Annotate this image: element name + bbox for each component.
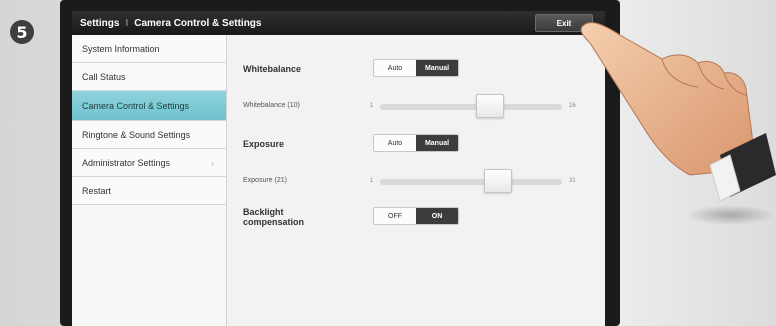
whitebalance-manual-option[interactable]: Manual bbox=[416, 60, 458, 76]
sidebar-item-restart[interactable]: Restart bbox=[72, 177, 226, 205]
backlight-on-option[interactable]: ON bbox=[416, 208, 458, 224]
settings-content: Whitebalance Auto Manual Whitebalance (1… bbox=[228, 35, 605, 326]
exposure-slider-label: Exposure (21) bbox=[243, 177, 287, 184]
whitebalance-slider-track[interactable] bbox=[380, 104, 562, 110]
exposure-mode-toggle[interactable]: Auto Manual bbox=[373, 134, 459, 152]
sidebar-item-system-information[interactable]: System Information bbox=[72, 35, 226, 63]
exposure-min: 1 bbox=[370, 178, 374, 184]
title-bar: Settings I Camera Control & Settings Exi… bbox=[72, 11, 605, 35]
settings-sidebar: System Information Call Status Camera Co… bbox=[72, 35, 227, 326]
pointing-hand-icon bbox=[580, 22, 776, 225]
exposure-label: Exposure bbox=[243, 139, 285, 149]
sidebar-item-label: Administrator Settings bbox=[82, 157, 171, 168]
exposure-slider-track[interactable] bbox=[380, 179, 562, 185]
step-number: 5 bbox=[16, 22, 28, 42]
sidebar-item-camera-control[interactable]: Camera Control & Settings bbox=[72, 91, 226, 121]
sidebar-item-label: System Information bbox=[82, 43, 160, 54]
backlight-label-line1: Backlight bbox=[243, 207, 284, 217]
settings-screen: Settings I Camera Control & Settings Exi… bbox=[72, 11, 605, 326]
sidebar-item-label: Restart bbox=[82, 185, 112, 196]
whitebalance-label: Whitebalance bbox=[243, 64, 302, 74]
whitebalance-mode-toggle[interactable]: Auto Manual bbox=[373, 59, 459, 77]
sidebar-item-call-status[interactable]: Call Status bbox=[72, 63, 226, 91]
backlight-label: Backlight compensation bbox=[243, 207, 304, 227]
exposure-auto-option[interactable]: Auto bbox=[374, 135, 416, 151]
step-number-badge: 5 bbox=[10, 20, 34, 44]
title-page: Camera Control & Settings bbox=[134, 17, 262, 29]
sidebar-item-label: Ringtone & Sound Settings bbox=[82, 129, 191, 140]
sidebar-item-label: Call Status bbox=[82, 71, 126, 82]
whitebalance-slider-thumb[interactable] bbox=[476, 94, 504, 118]
exposure-slider-thumb[interactable] bbox=[484, 169, 512, 193]
title-section: Settings bbox=[80, 17, 120, 29]
sidebar-item-label: Camera Control & Settings bbox=[82, 100, 190, 111]
backlight-label-line2: compensation bbox=[243, 217, 305, 227]
title-separator: I bbox=[125, 17, 129, 29]
whitebalance-slider-label: Whitebalance (10) bbox=[243, 102, 300, 109]
chevron-right-icon: › bbox=[211, 157, 214, 168]
whitebalance-auto-option[interactable]: Auto bbox=[374, 60, 416, 76]
whitebalance-min: 1 bbox=[370, 103, 374, 109]
sidebar-item-administrator[interactable]: Administrator Settings › bbox=[72, 149, 226, 177]
backlight-toggle[interactable]: OFF ON bbox=[373, 207, 459, 225]
sidebar-item-ringtone-sound[interactable]: Ringtone & Sound Settings bbox=[72, 121, 226, 149]
exposure-manual-option[interactable]: Manual bbox=[416, 135, 458, 151]
backlight-off-option[interactable]: OFF bbox=[374, 208, 416, 224]
